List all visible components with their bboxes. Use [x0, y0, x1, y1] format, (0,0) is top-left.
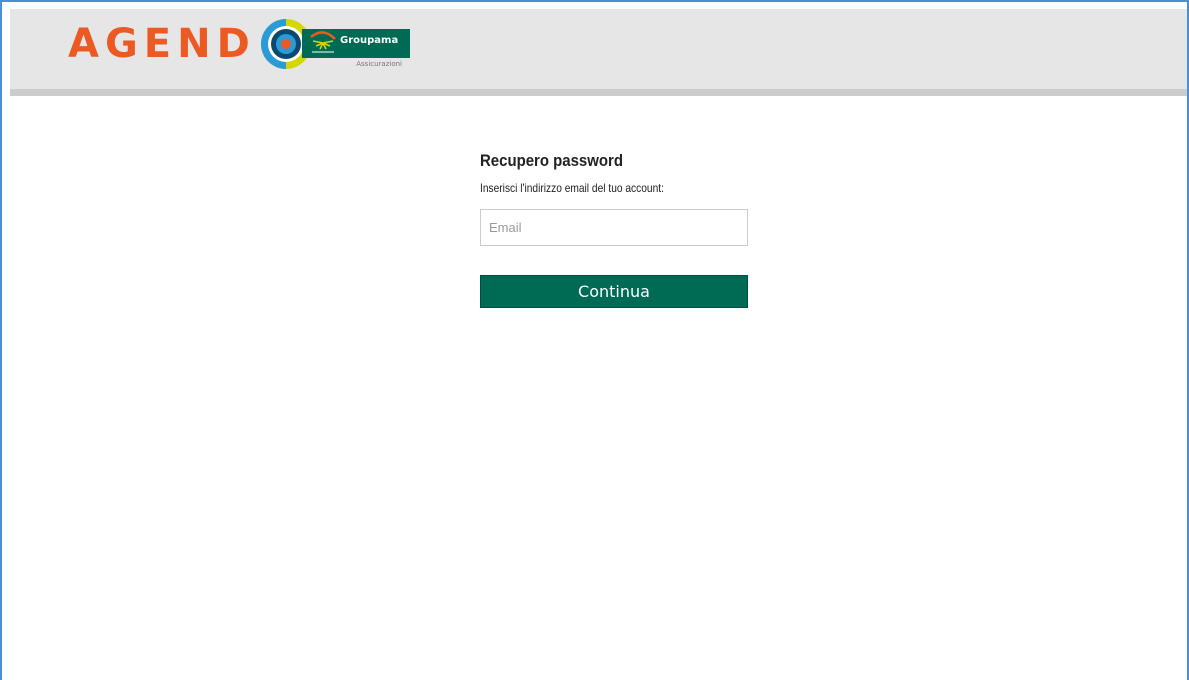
groupama-leaf-icon	[310, 31, 336, 53]
continue-button[interactable]: Continua	[480, 275, 748, 308]
groupama-name: Groupama	[340, 35, 399, 46]
agendo-logo-text: AGEND	[68, 21, 256, 67]
email-input[interactable]	[480, 209, 748, 246]
password-recovery-form: Recupero password Inserisci l'indirizzo …	[480, 150, 748, 308]
page-title: Recupero password	[480, 151, 623, 170]
agendo-logo: AGEND	[68, 18, 312, 70]
groupama-logo-box: Groupama	[302, 29, 410, 58]
groupama-logo: Groupama Assicurazioni	[302, 29, 410, 71]
page-frame: AGEND Groupama Assicurazioni Recupero pa…	[0, 0, 1189, 680]
groupama-subtitle: Assicurazioni	[356, 60, 402, 68]
header-divider	[10, 89, 1187, 96]
instruction-text: Inserisci l'indirizzo email del tuo acco…	[480, 181, 664, 195]
